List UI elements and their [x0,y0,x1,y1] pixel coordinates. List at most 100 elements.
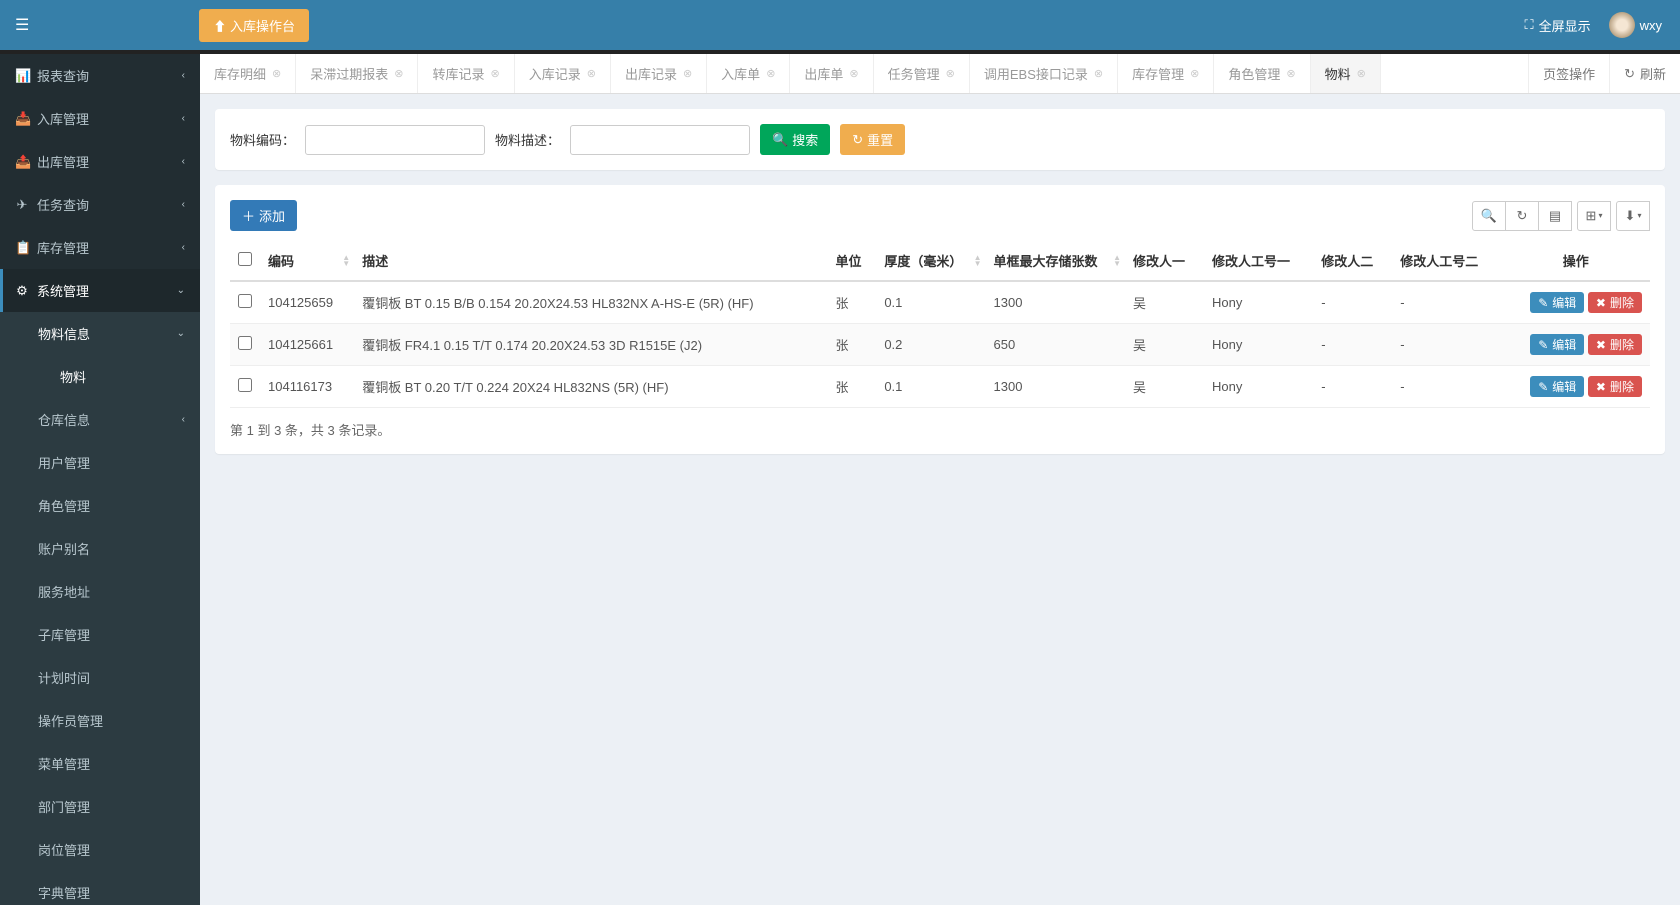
sidebar-leaf-material[interactable]: 物料 [0,355,200,398]
cell: 1300 [986,281,1125,324]
tab-10[interactable]: 角色管理⊗ [1214,54,1310,93]
close-icon[interactable]: ⊗ [946,67,955,80]
reset-button[interactable]: ↻重置 [840,124,905,155]
sidebar-subitem-4[interactable]: 账户别名 [0,527,200,570]
col-header-label: 厚度（毫米） [884,254,962,269]
chevron-left-icon: ‹ [182,414,185,425]
table-export[interactable]: ⬇▾ [1616,201,1650,231]
sidebar-subitem-8[interactable]: 操作员管理 [0,699,200,742]
tab-1[interactable]: 呆滞过期报表⊗ [296,54,418,93]
sidebar-subitem-5[interactable]: 服务地址 [0,570,200,613]
row-checkbox[interactable] [238,294,252,308]
close-icon[interactable]: ⊗ [1286,67,1295,80]
tab-label: 转库记录 [432,64,484,83]
col-header-7: 修改人工号一 [1204,241,1313,281]
tab-page-action[interactable]: 页签操作 [1528,54,1609,93]
nav-label: 任务查询 [37,195,89,214]
edit-button[interactable]: ✎编辑 [1530,334,1584,355]
search-icon: 🔍 [772,132,788,148]
tab-7[interactable]: 任务管理⊗ [874,54,970,93]
nav-label: 系统管理 [37,281,89,300]
tab-8[interactable]: 调用EBS接口记录⊗ [970,54,1118,93]
nav-sub-label: 计划时间 [38,668,90,687]
sidebar-item-1[interactable]: 📥入库管理‹ [0,97,200,140]
material-code-input[interactable] [305,125,485,155]
add-button-label: 添加 [259,206,285,225]
row-checkbox[interactable] [238,336,252,350]
close-icon[interactable]: ⊗ [683,67,692,80]
col-header-label: 修改人一 [1133,254,1185,269]
delete-button[interactable]: ✖删除 [1588,334,1642,355]
close-icon[interactable]: ⊗ [1357,67,1366,80]
delete-icon: ✖ [1596,296,1606,310]
material-desc-input[interactable] [570,125,750,155]
close-icon[interactable]: ⊗ [766,67,775,80]
row-checkbox[interactable] [238,378,252,392]
col-header-4[interactable]: 厚度（毫米）▲▼ [876,241,985,281]
cell: 吴 [1125,281,1204,324]
cell: 0.1 [876,281,985,324]
tab-4[interactable]: 出库记录⊗ [611,54,707,93]
sidebar-subitem-0[interactable]: 物料信息⌄ [0,312,200,355]
delete-button[interactable]: ✖删除 [1588,292,1642,313]
tab-refresh[interactable]: ↻刷新 [1609,54,1680,93]
code-label: 物料编码： [230,130,295,149]
table-columns-toggle[interactable]: ▤ [1538,201,1572,231]
sidebar-subitem-12[interactable]: 字典管理 [0,871,200,905]
sidebar-subitem-10[interactable]: 部门管理 [0,785,200,828]
cell: 吴 [1125,324,1204,366]
delete-button[interactable]: ✖删除 [1588,376,1642,397]
close-icon[interactable]: ⊗ [394,67,403,80]
close-icon[interactable]: ⊗ [849,67,858,80]
nav-leaf-label: 物料 [60,367,86,386]
tab-2[interactable]: 转库记录 ⊗ [418,54,514,93]
sidebar-item-5[interactable]: ⚙系统管理⌄ [0,269,200,312]
inbound-console-button[interactable]: ⬆ 入库操作台 [199,9,309,42]
user-menu[interactable]: wxy [1609,12,1662,38]
add-button[interactable]: ＋添加 [230,200,297,231]
col-header-label: 修改人工号一 [1212,254,1290,269]
table-view-switch[interactable]: ⊞▾ [1577,201,1611,231]
table-search-toggle[interactable]: 🔍 [1472,201,1506,231]
sidebar-item-3[interactable]: ✈任务查询‹ [0,183,200,226]
close-icon[interactable]: ⊗ [1190,67,1199,80]
nav-label: 入库管理 [37,109,89,128]
sidebar-item-4[interactable]: 📋库存管理‹ [0,226,200,269]
nav-sub-label: 角色管理 [38,496,90,515]
tab-0[interactable]: 库存明细⊗ [200,54,296,93]
tab-9[interactable]: 库存管理⊗ [1118,54,1214,93]
menu-toggle-icon[interactable]: ☰ [15,15,29,35]
col-header-5[interactable]: 单框最大存储张数▲▼ [986,241,1125,281]
col-header-1[interactable]: 编码▲▼ [260,241,354,281]
tab-11[interactable]: 物料⊗ [1311,54,1381,93]
search-button[interactable]: 🔍搜索 [760,124,830,155]
tab-3[interactable]: 入库记录⊗ [515,54,611,93]
sidebar-item-2[interactable]: 📤出库管理‹ [0,140,200,183]
sidebar-subitem-6[interactable]: 子库管理 [0,613,200,656]
col-header-label: 修改人工号二 [1400,254,1478,269]
list-icon: ▤ [1549,208,1561,224]
sidebar-subitem-11[interactable]: 岗位管理 [0,828,200,871]
close-icon[interactable]: ⊗ [587,67,596,80]
sidebar-subitem-7[interactable]: 计划时间 [0,656,200,699]
sidebar-subitem-2[interactable]: 用户管理 [0,441,200,484]
close-icon[interactable]: ⊗ [1094,67,1103,80]
table-footer-info: 第 1 到 3 条，共 3 条记录。 [230,420,1650,439]
select-all-checkbox[interactable] [238,252,252,266]
nav-sub-label: 仓库信息 [38,410,90,429]
sidebar-subitem-9[interactable]: 菜单管理 [0,742,200,785]
sidebar-subitem-3[interactable]: 角色管理 [0,484,200,527]
sidebar-item-0[interactable]: 📊报表查询‹ [0,54,200,97]
cell: Hony [1204,281,1313,324]
edit-button[interactable]: ✎编辑 [1530,292,1584,313]
close-icon[interactable]: ⊗ [490,67,499,80]
tab-5[interactable]: 入库单⊗ [707,54,790,93]
table-refresh[interactable]: ↻ [1505,201,1539,231]
tab-6[interactable]: 出库单⊗ [790,54,873,93]
sidebar-subitem-1[interactable]: 仓库信息 ‹ [0,398,200,441]
edit-button[interactable]: ✎编辑 [1530,376,1584,397]
fullscreen-button[interactable]: ⛶ 全屏显示 [1524,16,1590,35]
close-icon[interactable]: ⊗ [272,67,281,80]
cell: 张 [828,366,877,408]
reset-icon: ↻ [852,132,863,148]
